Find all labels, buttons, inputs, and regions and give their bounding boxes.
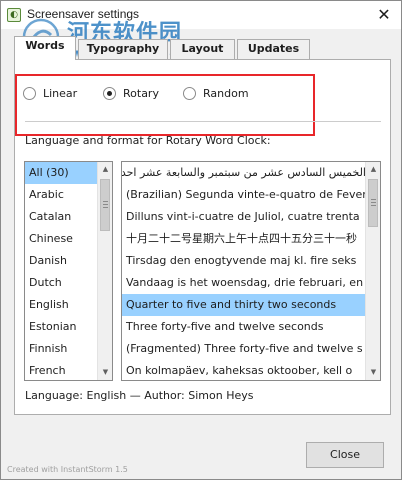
language-list[interactable]: All (30) Arabic Catalan Chinese Danish D… bbox=[24, 161, 113, 381]
list-item[interactable]: (Brazilian) Segunda vinte-e-quatro de Fe… bbox=[122, 184, 366, 206]
list-item[interactable]: French bbox=[25, 360, 98, 380]
radio-linear-label: Linear bbox=[43, 86, 78, 100]
tab-layout[interactable]: Layout bbox=[170, 39, 235, 59]
language-author-info: Language: English — Author: Simon Heys bbox=[25, 389, 254, 402]
close-button[interactable]: Close bbox=[306, 442, 384, 468]
settings-window: ◐ Screensaver settings ✕ 河东软件园 www.pc035… bbox=[0, 0, 402, 480]
radio-random-circle[interactable] bbox=[183, 86, 196, 100]
list-item[interactable]: (Fragmented) Three forty-five and twelve… bbox=[122, 338, 366, 360]
language-scroll-thumb[interactable] bbox=[100, 179, 110, 231]
grip-line bbox=[103, 207, 108, 208]
tab-typography[interactable]: Typography bbox=[78, 39, 168, 59]
radio-linear-circle[interactable] bbox=[23, 86, 36, 100]
scroll-down-icon[interactable]: ▼ bbox=[366, 365, 380, 380]
list-item[interactable]: English bbox=[25, 294, 98, 316]
language-list-scrollbar[interactable]: ▲ ▼ bbox=[97, 162, 112, 380]
title-bar[interactable]: ◐ Screensaver settings ✕ bbox=[1, 1, 401, 29]
format-list[interactable]: الخميس السادس عشر من سبتمبر والسابعة عشر… bbox=[121, 161, 381, 381]
list-item[interactable]: Finnish bbox=[25, 338, 98, 360]
screensaver-app-icon: ◐ bbox=[7, 8, 21, 22]
scroll-up-icon[interactable]: ▲ bbox=[98, 162, 112, 177]
created-with-text: Created with InstantStorm 1.5 bbox=[7, 465, 128, 474]
grip-line bbox=[371, 202, 376, 203]
list-item[interactable]: On kolmapäev, kaheksas oktoober, kell o bbox=[122, 360, 366, 380]
window-title: Screensaver settings bbox=[27, 7, 140, 21]
section-divider bbox=[25, 121, 381, 122]
format-scroll-thumb[interactable] bbox=[368, 179, 378, 227]
list-item[interactable]: Vandaag is het woensdag, drie februari, … bbox=[122, 272, 366, 294]
list-item[interactable]: 十月二十二号星期六上午十点四十五分三十一秒 bbox=[122, 228, 366, 250]
list-item[interactable]: Catalan bbox=[25, 206, 98, 228]
algorithm-highlight bbox=[15, 74, 315, 136]
tab-updates[interactable]: Updates bbox=[237, 39, 310, 59]
list-item[interactable]: All (30) bbox=[25, 162, 98, 184]
format-list-items: الخميس السادس عشر من سبتمبر والسابعة عشر… bbox=[122, 162, 366, 380]
grip-line bbox=[371, 199, 376, 200]
list-item[interactable]: الخميس السادس عشر من سبتمبر والسابعة عشر… bbox=[122, 162, 366, 184]
list-item[interactable]: Estonian bbox=[25, 316, 98, 338]
grip-line bbox=[371, 205, 376, 206]
list-item[interactable]: Dutch bbox=[25, 272, 98, 294]
list-item[interactable]: Chinese bbox=[25, 228, 98, 250]
grip-line bbox=[103, 201, 108, 202]
list-item[interactable]: Quarter to five and thirty two seconds bbox=[122, 294, 366, 316]
list-item[interactable]: Danish bbox=[25, 250, 98, 272]
grip-line bbox=[103, 204, 108, 205]
radio-random[interactable]: Random bbox=[183, 86, 249, 100]
format-list-scrollbar[interactable]: ▲ ▼ bbox=[365, 162, 380, 380]
scroll-down-icon[interactable]: ▼ bbox=[98, 365, 112, 380]
tab-words[interactable]: Words bbox=[14, 36, 76, 60]
list-item[interactable]: Three forty-five and twelve seconds bbox=[122, 316, 366, 338]
radio-rotary-circle[interactable] bbox=[103, 86, 116, 100]
scroll-up-icon[interactable]: ▲ bbox=[366, 162, 380, 177]
radio-random-label: Random bbox=[203, 86, 249, 100]
language-format-label: Language and format for Rotary Word Cloc… bbox=[25, 134, 271, 147]
radio-rotary[interactable]: Rotary bbox=[103, 86, 159, 100]
list-item[interactable]: Tirsdag den enogtyvende maj kl. fire sek… bbox=[122, 250, 366, 272]
language-list-items: All (30) Arabic Catalan Chinese Danish D… bbox=[25, 162, 98, 380]
close-window-icon[interactable]: ✕ bbox=[371, 4, 397, 26]
list-item[interactable]: Dilluns vint-i-cuatre de Juliol, cuatre … bbox=[122, 206, 366, 228]
radio-rotary-label: Rotary bbox=[123, 86, 159, 100]
radio-linear[interactable]: Linear bbox=[23, 86, 77, 100]
list-item[interactable]: Arabic bbox=[25, 184, 98, 206]
